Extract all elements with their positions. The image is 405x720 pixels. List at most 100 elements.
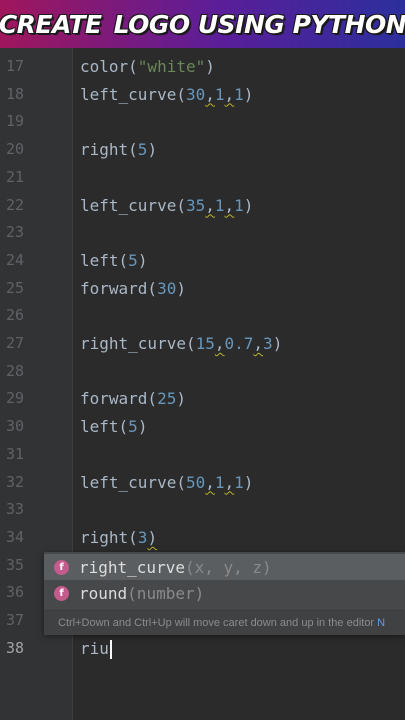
code-text: right(3) [80,524,157,552]
code-token: 3 [263,334,273,353]
line-number: 33 [6,500,25,519]
line-number: 35 [6,555,25,574]
function-icon: f [54,559,69,575]
code-token: 5 [128,417,138,437]
line-number: 23 [6,223,25,242]
code-token: , [205,84,215,104]
code-token: left_curve( [80,472,186,492]
code-line[interactable]: 19 [0,108,405,136]
line-number: 24 [6,250,25,269]
code-token: ) [205,57,215,76]
code-token: ) [147,140,158,160]
line-number: 29 [6,389,25,408]
line-number: 17 [6,57,25,75]
code-line[interactable]: 38 riu [0,635,405,663]
code-token: 5 [128,250,138,270]
line-number: 26 [6,306,25,325]
line-number: 32 [6,472,25,491]
autocomplete-item-round[interactable]: f round (number) [44,580,405,606]
autocomplete-item-name: right_curve [79,557,185,577]
code-token: 0.7 [224,334,254,353]
code-token: 35 [185,195,206,215]
code-line[interactable]: 23 [0,219,405,247]
code-token: 5 [137,140,148,160]
autocomplete-item-right-curve[interactable]: f right_curve (x, y, z) [44,554,405,580]
code-line[interactable]: 22 left_curve(35,1,1) [0,192,405,220]
code-token: 15 [195,334,215,353]
code-token: forward( [80,389,158,409]
line-number: 27 [6,334,25,352]
code-token: , [214,334,225,353]
autocomplete-item-args: (number) [127,583,205,603]
autocomplete-hint: Ctrl+Down and Ctrl+Up will move caret do… [44,610,405,635]
line-number: 38 [6,638,25,657]
code-text: left(5) [80,247,147,275]
code-token: , [224,84,235,104]
code-token: "white" [137,57,206,76]
line-number: 18 [6,84,25,103]
hint-link[interactable]: N [377,617,385,629]
code-text: left(5) [80,413,147,441]
code-token: color( [80,57,138,76]
code-text: right_curve(15,0.7,3) [80,330,282,358]
line-number: 31 [6,444,25,463]
code-token: left_curve( [80,195,186,215]
code-text: forward(25) [80,385,186,413]
code-token: ) [272,334,283,353]
code-line[interactable]: 30 left(5) [0,413,405,441]
code-token: , [253,334,264,353]
function-icon: f [54,585,69,601]
code-line[interactable]: 20 right(5) [0,136,405,164]
line-number: 34 [6,527,25,546]
code-line[interactable]: 29 forward(25) [0,385,405,413]
code-text: right(5) [80,136,157,164]
code-token: right( [80,527,138,547]
code-token: ) [243,472,254,492]
banner-text-left: CREATE [0,9,102,39]
code-token: 3 [137,527,148,547]
line-number: 28 [6,361,25,380]
hint-text: Ctrl+Down and Ctrl+Up will move caret do… [58,617,375,629]
code-line[interactable]: 27 right_curve(15,0.7,3) [0,330,405,358]
code-token: right_curve( [80,334,196,353]
line-number: 37 [6,611,25,629]
code-token: 25 [157,389,177,409]
code-token: ) [176,389,186,409]
code-line[interactable]: 28 [0,358,405,386]
code-token: 1 [234,195,244,215]
code-token: ) [137,250,148,270]
line-number: 21 [6,167,25,186]
code-line[interactable]: 18 left_curve(30,1,1) [0,81,405,109]
code-text: riu [80,635,112,663]
code-line[interactable]: 31 [0,441,405,469]
code-line[interactable]: 21 [0,164,405,192]
code-token: left( [80,250,129,270]
code-line[interactable]: 25 forward(30) [0,275,405,303]
code-token: left( [80,417,129,437]
code-token: 1 [234,84,244,104]
code-token: right( [80,140,138,160]
line-number: 22 [6,195,25,214]
autocomplete-item-name: round [79,583,128,603]
code-text: left_curve(30,1,1) [80,81,253,109]
code-token: , [224,472,235,492]
code-token: , [205,195,215,215]
code-token: left_curve( [80,84,186,104]
code-token: 1 [214,472,225,492]
code-token: riu [80,638,109,658]
code-token: , [205,472,215,492]
code-line[interactable]: 24 left(5) [0,247,405,275]
code-line[interactable]: 26 [0,302,405,330]
code-line[interactable]: 33 [0,496,405,524]
code-text: color("white") [80,53,215,81]
code-line[interactable]: 17 color("white") [0,53,405,81]
code-token: , [224,195,235,215]
text-caret [109,639,112,659]
code-text: left_curve(35,1,1) [80,192,253,220]
banner-text-right: LOGO USING PYTHON [113,9,405,39]
code-token: 30 [185,84,206,104]
code-line[interactable]: 32 left_curve(50,1,1) [0,469,405,497]
code-token: 1 [234,472,244,492]
code-line[interactable]: 34 right(3) [0,524,405,552]
code-token: 50 [185,472,206,492]
